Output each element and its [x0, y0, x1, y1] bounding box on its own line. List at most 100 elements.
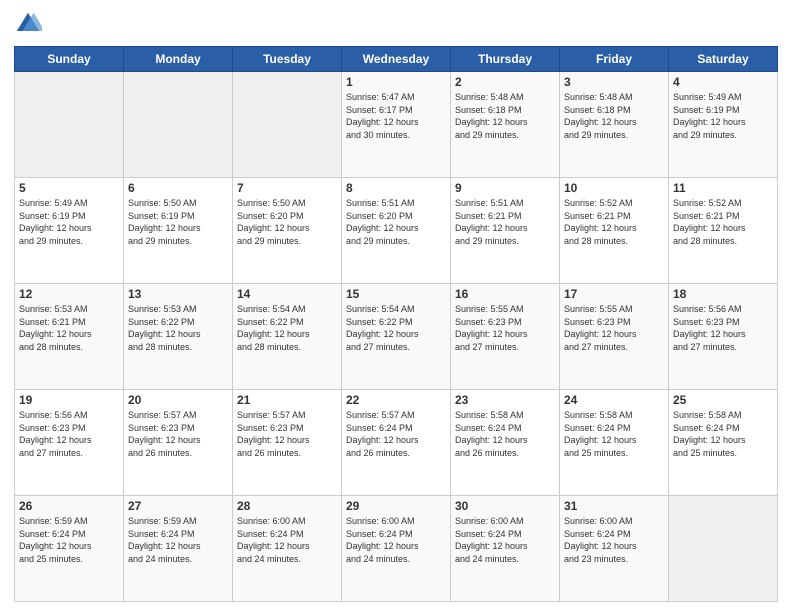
day-number: 1	[346, 75, 446, 89]
calendar-cell: 26 Sunrise: 5:59 AM Sunset: 6:24 PM Dayli…	[15, 496, 124, 602]
day-number: 10	[564, 181, 664, 195]
day-header-tuesday: Tuesday	[233, 47, 342, 72]
day-number: 12	[19, 287, 119, 301]
day-number: 18	[673, 287, 773, 301]
calendar-cell: 24 Sunrise: 5:58 AM Sunset: 6:24 PM Dayli…	[560, 390, 669, 496]
page: SundayMondayTuesdayWednesdayThursdayFrid…	[0, 0, 792, 612]
day-number: 15	[346, 287, 446, 301]
calendar-cell: 6 Sunrise: 5:50 AM Sunset: 6:19 PM Daylig…	[124, 178, 233, 284]
day-info: Sunrise: 5:52 AM Sunset: 6:21 PM Dayligh…	[673, 197, 773, 247]
day-number: 26	[19, 499, 119, 513]
week-row-4: 26 Sunrise: 5:59 AM Sunset: 6:24 PM Dayli…	[15, 496, 778, 602]
calendar-cell: 27 Sunrise: 5:59 AM Sunset: 6:24 PM Dayli…	[124, 496, 233, 602]
day-number: 27	[128, 499, 228, 513]
calendar-cell: 13 Sunrise: 5:53 AM Sunset: 6:22 PM Dayli…	[124, 284, 233, 390]
day-number: 8	[346, 181, 446, 195]
day-header-wednesday: Wednesday	[342, 47, 451, 72]
week-row-2: 12Sunrise: 5:53 AM Sunset: 6:21 PM Dayli…	[15, 284, 778, 390]
calendar-cell: 12Sunrise: 5:53 AM Sunset: 6:21 PM Dayli…	[15, 284, 124, 390]
day-number: 16	[455, 287, 555, 301]
calendar-cell: 19 Sunrise: 5:56 AM Sunset: 6:23 PM Dayli…	[15, 390, 124, 496]
day-info: Sunrise: 5:48 AM Sunset: 6:18 PM Dayligh…	[455, 91, 555, 141]
day-info: Sunrise: 5:58 AM Sunset: 6:24 PM Dayligh…	[564, 409, 664, 459]
day-number: 21	[237, 393, 337, 407]
calendar-cell: 20 Sunrise: 5:57 AM Sunset: 6:23 PM Dayli…	[124, 390, 233, 496]
calendar-cell	[15, 72, 124, 178]
day-number: 30	[455, 499, 555, 513]
day-info: Sunrise: 5:53 AM Sunset: 6:22 PM Dayligh…	[128, 303, 228, 353]
day-header-saturday: Saturday	[669, 47, 778, 72]
calendar-cell: 21 Sunrise: 5:57 AM Sunset: 6:23 PM Dayli…	[233, 390, 342, 496]
day-number: 7	[237, 181, 337, 195]
calendar-cell	[124, 72, 233, 178]
day-number: 20	[128, 393, 228, 407]
day-number: 24	[564, 393, 664, 407]
day-number: 9	[455, 181, 555, 195]
day-header-row: SundayMondayTuesdayWednesdayThursdayFrid…	[15, 47, 778, 72]
calendar-cell: 28 Sunrise: 6:00 AM Sunset: 6:24 PM Dayli…	[233, 496, 342, 602]
calendar-cell: 18 Sunrise: 5:56 AM Sunset: 6:23 PM Dayli…	[669, 284, 778, 390]
day-info: Sunrise: 5:59 AM Sunset: 6:24 PM Dayligh…	[19, 515, 119, 565]
day-info: Sunrise: 5:50 AM Sunset: 6:19 PM Dayligh…	[128, 197, 228, 247]
calendar-cell: 25 Sunrise: 5:58 AM Sunset: 6:24 PM Dayli…	[669, 390, 778, 496]
day-info: Sunrise: 5:52 AM Sunset: 6:21 PM Dayligh…	[564, 197, 664, 247]
calendar-cell: 17 Sunrise: 5:55 AM Sunset: 6:23 PM Dayli…	[560, 284, 669, 390]
calendar-cell: 11 Sunrise: 5:52 AM Sunset: 6:21 PM Dayli…	[669, 178, 778, 284]
day-number: 29	[346, 499, 446, 513]
day-info: Sunrise: 5:55 AM Sunset: 6:23 PM Dayligh…	[564, 303, 664, 353]
day-info: Sunrise: 5:58 AM Sunset: 6:24 PM Dayligh…	[455, 409, 555, 459]
day-number: 6	[128, 181, 228, 195]
calendar-cell: 5 Sunrise: 5:49 AM Sunset: 6:19 PM Daylig…	[15, 178, 124, 284]
day-number: 19	[19, 393, 119, 407]
calendar-cell: 15Sunrise: 5:54 AM Sunset: 6:22 PM Dayli…	[342, 284, 451, 390]
day-number: 11	[673, 181, 773, 195]
day-info: Sunrise: 5:49 AM Sunset: 6:19 PM Dayligh…	[19, 197, 119, 247]
day-header-sunday: Sunday	[15, 47, 124, 72]
day-info: Sunrise: 5:49 AM Sunset: 6:19 PM Dayligh…	[673, 91, 773, 141]
day-number: 2	[455, 75, 555, 89]
day-info: Sunrise: 5:57 AM Sunset: 6:24 PM Dayligh…	[346, 409, 446, 459]
day-info: Sunrise: 5:59 AM Sunset: 6:24 PM Dayligh…	[128, 515, 228, 565]
day-info: Sunrise: 5:47 AM Sunset: 6:17 PM Dayligh…	[346, 91, 446, 141]
day-number: 4	[673, 75, 773, 89]
day-number: 14	[237, 287, 337, 301]
calendar-cell: 3 Sunrise: 5:48 AM Sunset: 6:18 PM Daylig…	[560, 72, 669, 178]
day-info: Sunrise: 5:54 AM Sunset: 6:22 PM Dayligh…	[237, 303, 337, 353]
day-number: 3	[564, 75, 664, 89]
day-info: Sunrise: 5:56 AM Sunset: 6:23 PM Dayligh…	[673, 303, 773, 353]
calendar-cell	[669, 496, 778, 602]
day-info: Sunrise: 6:00 AM Sunset: 6:24 PM Dayligh…	[455, 515, 555, 565]
header	[14, 10, 778, 38]
day-number: 13	[128, 287, 228, 301]
calendar-table: SundayMondayTuesdayWednesdayThursdayFrid…	[14, 46, 778, 602]
calendar-cell: 23 Sunrise: 5:58 AM Sunset: 6:24 PM Dayli…	[451, 390, 560, 496]
calendar-cell: 1 Sunrise: 5:47 AM Sunset: 6:17 PM Daylig…	[342, 72, 451, 178]
day-info: Sunrise: 5:57 AM Sunset: 6:23 PM Dayligh…	[128, 409, 228, 459]
calendar-header: SundayMondayTuesdayWednesdayThursdayFrid…	[15, 47, 778, 72]
calendar-cell: 31Sunrise: 6:00 AM Sunset: 6:24 PM Dayli…	[560, 496, 669, 602]
day-number: 22	[346, 393, 446, 407]
day-info: Sunrise: 5:57 AM Sunset: 6:23 PM Dayligh…	[237, 409, 337, 459]
calendar-cell: 16 Sunrise: 5:55 AM Sunset: 6:23 PM Dayli…	[451, 284, 560, 390]
day-number: 5	[19, 181, 119, 195]
calendar-cell: 2 Sunrise: 5:48 AM Sunset: 6:18 PM Daylig…	[451, 72, 560, 178]
calendar-cell: 30 Sunrise: 6:00 AM Sunset: 6:24 PM Dayli…	[451, 496, 560, 602]
day-info: Sunrise: 5:58 AM Sunset: 6:24 PM Dayligh…	[673, 409, 773, 459]
day-number: 23	[455, 393, 555, 407]
week-row-1: 5 Sunrise: 5:49 AM Sunset: 6:19 PM Daylig…	[15, 178, 778, 284]
day-info: Sunrise: 5:48 AM Sunset: 6:18 PM Dayligh…	[564, 91, 664, 141]
day-number: 25	[673, 393, 773, 407]
day-info: Sunrise: 5:50 AM Sunset: 6:20 PM Dayligh…	[237, 197, 337, 247]
day-info: Sunrise: 6:00 AM Sunset: 6:24 PM Dayligh…	[237, 515, 337, 565]
day-info: Sunrise: 5:55 AM Sunset: 6:23 PM Dayligh…	[455, 303, 555, 353]
calendar-cell: 22 Sunrise: 5:57 AM Sunset: 6:24 PM Dayli…	[342, 390, 451, 496]
day-info: Sunrise: 5:56 AM Sunset: 6:23 PM Dayligh…	[19, 409, 119, 459]
day-info: Sunrise: 6:00 AM Sunset: 6:24 PM Dayligh…	[346, 515, 446, 565]
calendar-cell: 4 Sunrise: 5:49 AM Sunset: 6:19 PM Daylig…	[669, 72, 778, 178]
week-row-3: 19 Sunrise: 5:56 AM Sunset: 6:23 PM Dayli…	[15, 390, 778, 496]
day-number: 17	[564, 287, 664, 301]
day-info: Sunrise: 5:51 AM Sunset: 6:20 PM Dayligh…	[346, 197, 446, 247]
day-header-monday: Monday	[124, 47, 233, 72]
day-number: 28	[237, 499, 337, 513]
calendar-cell: 7 Sunrise: 5:50 AM Sunset: 6:20 PM Daylig…	[233, 178, 342, 284]
